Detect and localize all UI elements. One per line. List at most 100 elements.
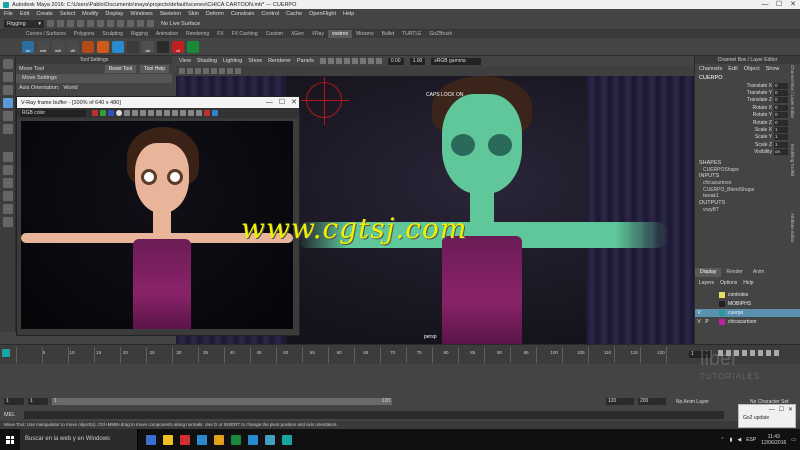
menu-deform[interactable]: Deform [206, 11, 224, 17]
select-object-icon[interactable] [97, 20, 104, 27]
shelf-tab-curves[interactable]: Curves / Surfaces [22, 30, 70, 38]
lights-icon[interactable] [351, 58, 358, 64]
layer-color-swatch[interactable] [719, 310, 725, 316]
select-hierarchy-icon[interactable] [87, 20, 94, 27]
photos-icon[interactable] [265, 434, 275, 445]
lens-effects-icon[interactable] [196, 110, 202, 116]
viewport-menu-view[interactable]: View [179, 58, 191, 64]
output-item[interactable]: vrayBT [695, 207, 800, 214]
track-mouse-icon[interactable] [164, 110, 170, 116]
single-perspective-icon[interactable] [2, 152, 13, 162]
render-icon[interactable] [212, 110, 218, 116]
maximize-button[interactable]: ☐ [772, 0, 786, 9]
notification-close-button[interactable]: ✕ [788, 405, 793, 415]
layer-row[interactable]: Vcuerpo [695, 309, 800, 317]
menu-cb-edit[interactable]: Edit [728, 66, 737, 72]
step-forward-key-icon[interactable] [766, 350, 771, 356]
channel-attribute-value[interactable]: 0 [774, 112, 788, 119]
layer-visibility-toggle[interactable]: V [695, 319, 703, 325]
maya-taskbar-icon[interactable] [282, 434, 292, 445]
shelf-button-icon[interactable] [112, 40, 124, 53]
shelf-tab-turtle[interactable]: TURTLE [398, 30, 425, 38]
shelf-button-icon[interactable]: rndr [37, 40, 49, 53]
channel-attribute-value[interactable]: 0 [774, 119, 788, 126]
layer-row[interactable]: V Pchicacartoon [695, 318, 800, 326]
isolate-icon[interactable] [375, 58, 382, 64]
camera-icon[interactable] [319, 58, 326, 64]
tool-help-button[interactable]: Tool Help [140, 65, 169, 73]
grid-icon[interactable] [179, 68, 185, 74]
channel-attribute-row[interactable]: Translate X0 [695, 82, 800, 89]
channel-attribute-row[interactable]: Scale X1 [695, 126, 800, 134]
layer-color-swatch[interactable] [719, 319, 725, 325]
grease-pencil-icon[interactable] [235, 68, 241, 74]
edge-icon[interactable] [197, 434, 207, 445]
channel-attribute-value[interactable]: on [774, 149, 788, 156]
shelf-button-icon[interactable]: vto [22, 40, 34, 53]
shelf-button-icon[interactable]: rndr [52, 40, 64, 53]
channel-attribute-row[interactable]: Scale Y1 [695, 134, 800, 141]
shaded-icon[interactable] [335, 58, 342, 64]
duplicate-icon[interactable] [156, 110, 162, 116]
viewport-menu-panels[interactable]: Panels [297, 58, 314, 64]
side-tab-channel-box[interactable]: Channel Box / Layer Editor [790, 62, 795, 122]
task-view-icon[interactable] [146, 434, 156, 445]
shelf-tab-rigging[interactable]: Rigging [127, 30, 152, 38]
file-explorer-icon[interactable] [163, 434, 173, 445]
shelf-tab-rendering[interactable]: Rendering [182, 30, 213, 38]
select-component-icon[interactable] [107, 20, 114, 27]
redo-icon[interactable] [77, 20, 84, 27]
menu-layers[interactable]: Layers [699, 280, 714, 286]
move-settings-section[interactable]: Move Settings [16, 74, 172, 83]
shelf-button-icon[interactable]: vrl [172, 40, 184, 53]
vfb-minimize-button[interactable]: — [266, 97, 273, 108]
shelf-tab-fx[interactable]: FX [213, 30, 227, 38]
channel-attribute-value[interactable]: 1 [774, 141, 788, 148]
shelf-tab-mixamo[interactable]: Mixamo [352, 30, 378, 38]
vfb-close-button[interactable]: ✕ [291, 97, 297, 108]
scale-tool-icon[interactable] [2, 124, 13, 134]
side-tab-modeling-toolkit[interactable]: Modeling Toolkit [790, 130, 795, 190]
color-correct-icon[interactable] [188, 110, 194, 116]
xray-icon[interactable] [367, 58, 374, 64]
layer-color-swatch[interactable] [719, 292, 725, 298]
save-icon[interactable] [57, 20, 64, 27]
menu-openflight[interactable]: OpenFlight [309, 11, 336, 17]
shelf-tab-gozbrush[interactable]: GoZBrush [425, 30, 456, 38]
menu-layer-help[interactable]: Help [743, 280, 753, 286]
persp-outliner-icon[interactable] [2, 178, 13, 188]
viewport-menu-show[interactable]: Show [248, 58, 262, 64]
menu-display[interactable]: Display [105, 11, 123, 17]
save-image-icon[interactable] [132, 110, 138, 116]
vfb-channel-dropdown[interactable]: RGB color [20, 109, 86, 117]
animation-start-field[interactable]: 1 [4, 398, 24, 405]
channel-attribute-row[interactable]: Rotate X0 [695, 104, 800, 111]
notification-maximize-button[interactable]: ☐ [779, 405, 784, 415]
menu-object[interactable]: Object [744, 66, 760, 72]
volume-icon[interactable]: ◀ [737, 437, 741, 443]
select-tool-icon[interactable] [2, 59, 13, 69]
go-to-end-icon[interactable] [774, 350, 779, 356]
input-language[interactable]: ESP [746, 437, 756, 443]
tab-render[interactable]: Render [721, 268, 747, 277]
shelf-tab-sculpting[interactable]: Sculpting [98, 30, 127, 38]
stop-render-icon[interactable] [204, 110, 210, 116]
lasso-tool-icon[interactable] [2, 72, 13, 82]
color-space-dropdown[interactable]: sRGB gamma [431, 57, 482, 65]
menu-select[interactable]: Select [60, 11, 75, 17]
menu-edit[interactable]: Edit [20, 11, 29, 17]
menu-control[interactable]: Control [261, 11, 279, 17]
shelf-button-icon[interactable] [97, 40, 109, 53]
red-channel-icon[interactable] [92, 110, 98, 116]
shadows-icon[interactable] [359, 58, 366, 64]
channel-attribute-row[interactable]: Visibility on [695, 149, 800, 156]
viewport-menu-renderer[interactable]: Renderer [268, 58, 291, 64]
minimize-button[interactable]: — [758, 0, 772, 9]
channel-attribute-value[interactable]: 0 [774, 82, 788, 89]
load-image-icon[interactable] [140, 110, 146, 116]
store-icon[interactable] [231, 434, 241, 445]
film-gate-icon[interactable] [187, 68, 193, 74]
viewport-menu-lighting[interactable]: Lighting [223, 58, 242, 64]
shelf-tab-animation[interactable]: Animation [152, 30, 182, 38]
notification-minimize-button[interactable]: — [769, 405, 775, 415]
